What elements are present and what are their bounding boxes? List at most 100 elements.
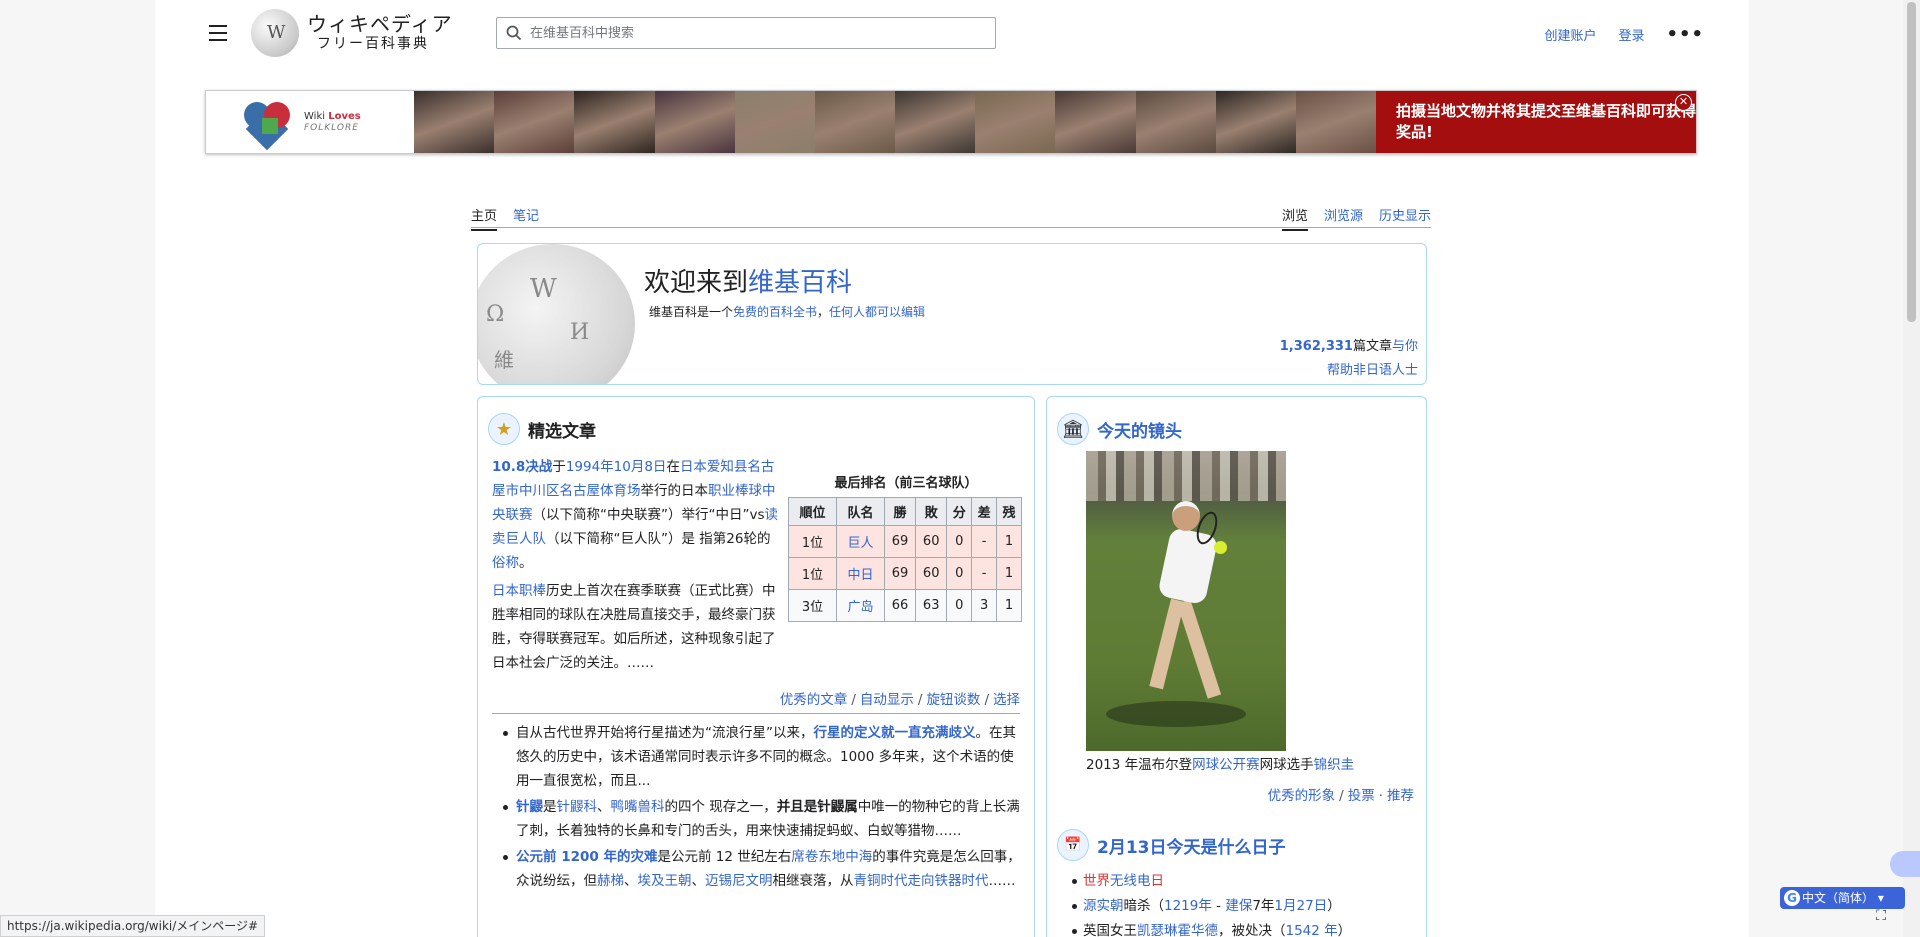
welcome-tagline: 维基百科是一个免费的百科全书，任何人都可以编辑 [649,305,926,319]
standings-column-header: 残 [996,497,1022,526]
inline-link[interactable]: 10.8决战 [492,459,552,475]
standings-cell: - [971,525,998,558]
header: ウィキペディア フリー百科事典 创建账户 登录 ••• [155,0,1749,70]
inline-text: 是公元前 12 世纪左右 [657,849,792,865]
inline-link[interactable]: 迈锡尼文明 [705,873,773,889]
inline-link[interactable]: 1月27日 [1274,898,1327,914]
inline-text: 日 [1150,873,1165,889]
list-item: 自从古代世界开始将行星描述为“流浪行星”以来，行星的定义就一直充满歧义。在其悠久… [492,721,1022,793]
nav-link[interactable]: 推荐 [1387,788,1414,804]
inline-text: 自从古代世界开始将行星描述为“流浪行星”以来， [516,725,814,741]
inline-text: 2013 年温布尔登 [1086,757,1193,773]
scrollbar-thumb[interactable] [1907,2,1916,322]
more-options-icon[interactable]: ••• [1666,24,1704,45]
inline-link[interactable]: 日本职棒 [492,583,546,599]
for-you-link[interactable]: 与你 [1392,339,1418,354]
standings-cell: 巨人 [835,525,885,558]
user-links: 创建账户 登录 ••• [1544,24,1704,45]
banner-photo [1055,91,1136,153]
standings-cell: 中日 [835,557,885,590]
picture-of-the-day-image[interactable] [1086,451,1286,751]
banner-photo [895,91,976,153]
inline-text: 英国女王 [1083,923,1137,937]
inline-link[interactable]: 源实朝 [1083,898,1124,914]
picture-caption: 2013 年温布尔登网球公开赛网球选手锦织圭 [1086,755,1354,775]
login-link[interactable]: 登录 [1618,25,1644,44]
inline-link[interactable]: 赫梯 [597,873,624,889]
standings-cell: 69 [883,525,917,558]
inline-link[interactable]: 青铜时代走向铁器时代 [854,873,989,889]
inline-link[interactable]: 凯瑟琳霍华德 [1137,923,1218,937]
inline-text: 、 [624,873,638,889]
standings-cell: 0 [946,525,973,558]
nav-link[interactable]: 优秀的文章 [780,692,848,708]
inline-link[interactable]: 公元前 1200 年的灾难 [516,849,657,865]
inline-link[interactable]: 1219年 [1164,898,1212,914]
inline-text: 相继衰落，从 [772,873,854,889]
search-input[interactable] [530,25,970,41]
standings-cell: 3 [971,589,998,622]
banner-photo [734,91,815,153]
inline-text: 、 [597,799,611,815]
inline-link[interactable]: 针鼹 [516,799,543,815]
banner-photo [654,91,735,153]
inline-link[interactable]: 1994年10月8日 [566,459,667,475]
inline-link[interactable]: 行星的定义就一直充满歧义 [814,725,976,741]
inline-text: ，被处决（ [1218,923,1286,937]
tab-view[interactable]: 浏览 [1281,205,1308,231]
standings-caption: 最后排名（前三名球队） [834,476,978,491]
tab-notes[interactable]: 笔记 [513,205,539,231]
inline-link[interactable]: 席卷东地中海 [791,849,872,865]
standings-cell: 3位 [788,589,837,622]
page-content: ウィキペディア フリー百科事典 创建账户 登录 ••• Wiki LovesFO… [155,0,1749,937]
inline-link[interactable]: 1542 年 [1286,923,1338,937]
banner-photo-strip [414,91,1377,153]
help-non-japanese-link[interactable]: 帮助非日语人士 [1327,363,1418,378]
welcome-title-link[interactable]: 维基百科 [748,268,852,298]
banner-photo [814,91,896,153]
nav-link[interactable]: 选择 [993,692,1020,708]
nav-link[interactable]: 自动显示 [860,692,914,708]
wlf-wiki: Wiki [304,110,326,122]
nav-link[interactable]: 旋钮谈数 [926,692,980,708]
inline-link[interactable]: 无线电 [1110,873,1151,889]
welcome-box: W Ω И 維 欢迎来到维基百科 维基百科是一个免费的百科全书，任何人都可以编辑… [477,243,1427,385]
create-account-link[interactable]: 创建账户 [1544,25,1596,44]
inline-link[interactable]: 鸭嘴兽科 [611,799,665,815]
nav-link[interactable]: 投票 [1348,788,1375,804]
fullscreen-icon[interactable]: ⛶ [1870,905,1892,927]
search-box[interactable] [496,17,996,49]
inline-text: 是 [543,799,557,815]
search-icon [506,25,522,41]
tab-view-source[interactable]: 浏览源 [1324,205,1363,231]
close-banner-icon[interactable]: ✕ [1675,94,1692,111]
on-this-day-title[interactable]: 2月13日今天是什么日子 [1097,833,1286,858]
site-logo[interactable]: ウィキペディア フリー百科事典 [251,9,453,57]
inline-link[interactable]: 埃及王朝 [638,873,692,889]
nav-link[interactable]: 优秀的形象 [1268,788,1336,804]
standings-column-header: 順位 [788,497,837,526]
inline-link[interactable]: 俗称 [492,555,519,571]
tab-history[interactable]: 历史显示 [1379,205,1431,231]
picture-of-the-day-title[interactable]: 今天的镜头 [1097,417,1182,442]
inline-text: 、 [691,873,706,889]
inline-link[interactable]: 针鼹科 [557,799,598,815]
tab-main-page[interactable]: 主页 [471,205,498,231]
inline-link[interactable]: 锦织圭 [1314,757,1355,773]
page-scrollbar[interactable] [1903,0,1920,937]
menu-icon[interactable] [205,20,231,46]
on-this-day-list: 世界无线电日 源实朝暗杀（1219年 - 建保7年1月27日） 英国女王凯瑟琳霍华德… [1061,869,1421,937]
free-encyclopedia-link[interactable]: 免费的百科全书 [733,305,817,319]
logo-title: ウィキペディア [307,12,453,37]
floating-assistant-button[interactable] [1890,851,1920,877]
page-tabs: 主页 笔记 浏览 浏览源 历史显示 [471,200,1431,231]
inline-link[interactable]: 建保 [1225,898,1252,914]
featured-article-paragraph-2: 日本职棒历史上首次在赛季联赛（正式比赛）中胜率相同的球队在决胜局直接交手，最终豪… [492,579,782,675]
article-stats: 1,362,331篇文章与你 帮助非日语人士 [1279,339,1418,378]
inline-text: - [1211,898,1226,914]
inline-link[interactable]: 网球公开赛 [1192,757,1260,773]
anyone-can-edit-link[interactable]: 任何人都可以编辑 [829,305,925,319]
campaign-banner[interactable]: Wiki Loves FOLKLORE 拍摄当地文物并将其提交至维基百科即可获得奖… [205,90,1697,154]
banner-cta[interactable]: 拍摄当地文物并将其提交至维基百科即可获得奖品! [1376,91,1696,153]
standings-cell: 63 [915,589,948,622]
